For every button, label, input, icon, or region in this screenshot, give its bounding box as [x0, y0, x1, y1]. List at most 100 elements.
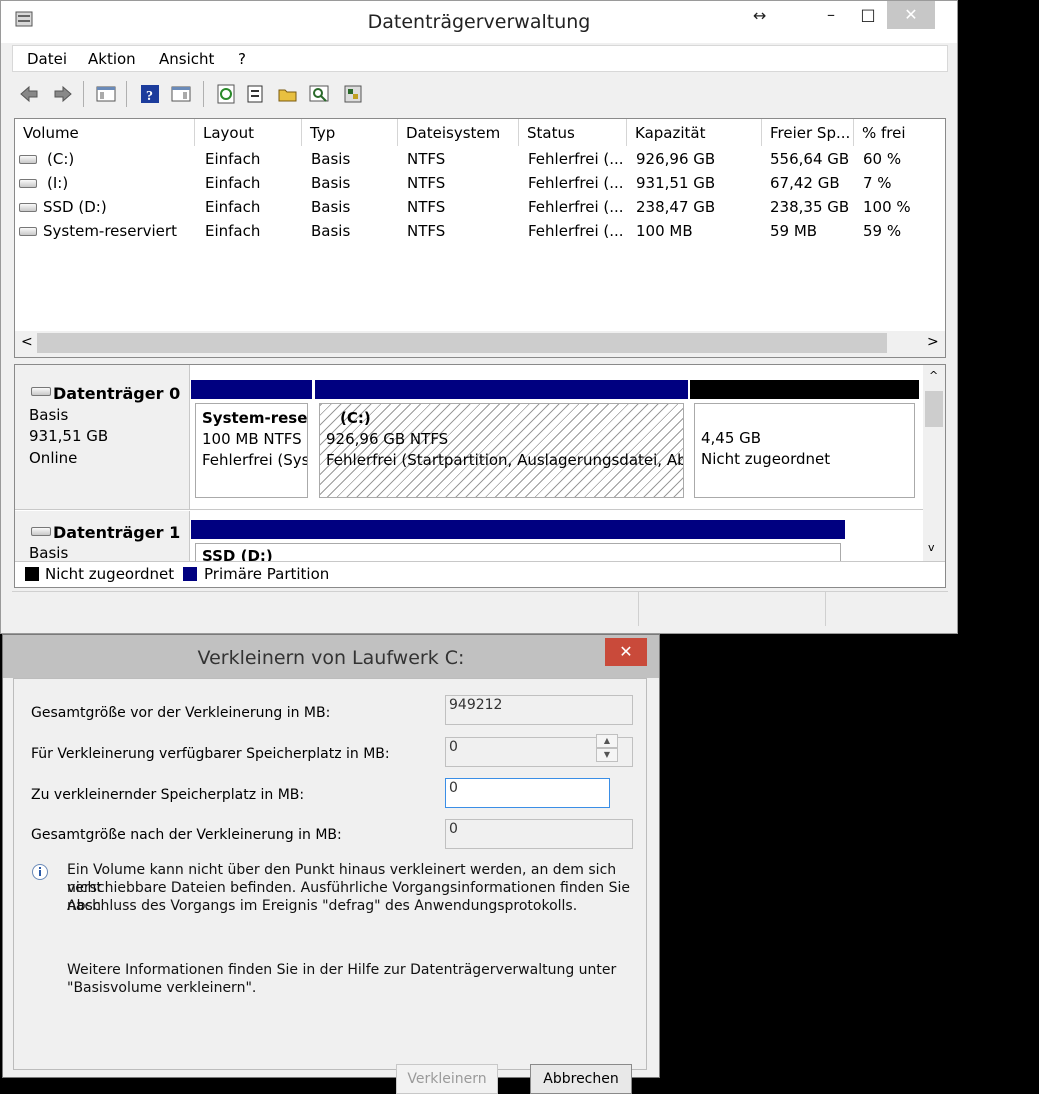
- cell-status: Fehlerfrei (...: [528, 174, 624, 192]
- disk-icon: [31, 387, 51, 396]
- refresh-icon[interactable]: [215, 83, 237, 105]
- dialog-title-bar[interactable]: Verkleinern von Laufwerk C: ✕: [3, 635, 659, 678]
- table-row[interactable]: (C:) Einfach Basis NTFS Fehlerfrei (... …: [15, 147, 945, 171]
- forward-icon[interactable]: [52, 83, 74, 105]
- status-bar: [12, 591, 948, 626]
- partition-status: Fehlerfrei (Sys: [202, 451, 308, 469]
- horizontal-scrollbar[interactable]: < >: [15, 331, 945, 357]
- cell-fs: NTFS: [407, 198, 446, 216]
- title-bar[interactable]: Datenträgerverwaltung ↔ – □ ✕: [1, 1, 957, 43]
- cell-fs: NTFS: [407, 222, 446, 240]
- toolbar: ?: [12, 75, 948, 115]
- settings-icon[interactable]: [342, 83, 364, 105]
- cell-volume: System-reserviert: [43, 222, 177, 240]
- help-text-line: Weitere Informationen finden Sie in der …: [67, 962, 617, 978]
- show-hide-action-pane-icon[interactable]: [170, 83, 192, 105]
- cell-typ: Basis: [311, 198, 351, 216]
- menu-ansicht[interactable]: Ansicht: [159, 50, 214, 68]
- cell-status: Fehlerfrei (...: [528, 198, 624, 216]
- table-row[interactable]: SSD (D:) Einfach Basis NTFS Fehlerfrei (…: [15, 195, 945, 219]
- dialog-body: Gesamtgröße vor der Verkleinerung in MB:…: [13, 678, 647, 1094]
- column-header-typ[interactable]: Typ: [302, 119, 398, 146]
- available-shrink-space-label: Für Verkleinerung verfügbarer Speicherpl…: [31, 746, 390, 762]
- spin-down-icon[interactable]: ▼: [596, 748, 618, 762]
- info-icon: [32, 864, 48, 880]
- cell-free: 556,64 GB: [770, 150, 850, 168]
- disk-0-label[interactable]: Datenträger 0 Basis 931,51 GB Online: [15, 365, 190, 509]
- rescan-disks-icon[interactable]: [308, 83, 330, 105]
- cell-layout: Einfach: [205, 198, 261, 216]
- cell-typ: Basis: [311, 150, 351, 168]
- disk-map: Datenträger 0 Basis 931,51 GB Online Sys…: [14, 364, 946, 588]
- svg-text:?: ?: [146, 89, 153, 104]
- cell-pct: 100 %: [863, 198, 911, 216]
- table-row[interactable]: (I:) Einfach Basis NTFS Fehlerfrei (... …: [15, 171, 945, 195]
- cell-status: Fehlerfrei (...: [528, 222, 624, 240]
- properties-icon[interactable]: [245, 83, 267, 105]
- total-size-after-label: Gesamtgröße nach der Verkleinerung in MB…: [31, 827, 342, 843]
- table-row[interactable]: System-reserviert Einfach Basis NTFS Feh…: [15, 219, 945, 243]
- show-hide-console-tree-icon[interactable]: [95, 83, 117, 105]
- disk-1-label[interactable]: Datenträger 1 Basis: [15, 511, 190, 563]
- column-header-volume[interactable]: Volume: [15, 119, 195, 146]
- disk-type: Basis: [29, 544, 69, 562]
- toolbar-separator: [126, 81, 127, 107]
- column-header-layout[interactable]: Layout: [195, 119, 302, 146]
- legend-swatch-unallocated: [25, 567, 39, 581]
- cell-volume: (C:): [47, 150, 75, 168]
- cell-capacity: 100 MB: [636, 222, 693, 240]
- partition-c[interactable]: (C:) 926,96 GB NTFS Fehlerfrei (Startpar…: [315, 380, 688, 502]
- scroll-down-icon[interactable]: v: [928, 541, 935, 554]
- disk-state: Online: [29, 449, 78, 467]
- vertical-scrollbar[interactable]: ^ v: [923, 365, 945, 561]
- partition-color-bar: [191, 380, 312, 399]
- status-separator: [638, 592, 639, 626]
- scroll-left-icon[interactable]: <: [21, 334, 33, 350]
- drive-icon: [19, 203, 37, 212]
- dialog-title: Verkleinern von Laufwerk C:: [197, 647, 465, 669]
- total-size-before-label: Gesamtgröße vor der Verkleinerung in MB:: [31, 705, 331, 721]
- menu-datei[interactable]: Datei: [27, 50, 67, 68]
- total-size-after-field: 0: [445, 819, 633, 849]
- back-icon[interactable]: [18, 83, 40, 105]
- shrink-amount-input[interactable]: 0: [445, 778, 610, 808]
- column-header-prozent-frei[interactable]: % frei: [854, 119, 945, 146]
- open-icon[interactable]: [277, 83, 299, 105]
- column-header-dateisystem[interactable]: Dateisystem: [398, 119, 519, 146]
- toolbar-separator: [203, 81, 204, 107]
- disk-name: Datenträger 0: [53, 384, 181, 403]
- shrink-button[interactable]: Verkleinern: [396, 1064, 498, 1094]
- maximize-button[interactable]: □: [856, 1, 880, 29]
- column-header-status[interactable]: Status: [519, 119, 627, 146]
- disk-icon: [31, 527, 51, 536]
- partition-status: Fehlerfrei (Startpartition, Auslagerungs…: [326, 451, 684, 469]
- disk-management-window: Datenträgerverwaltung ↔ – □ ✕ Datei Akti…: [0, 0, 958, 634]
- close-button[interactable]: ✕: [887, 1, 935, 29]
- menu-help[interactable]: ?: [238, 50, 246, 68]
- partition-system-reserved[interactable]: System-reser 100 MB NTFS Fehlerfrei (Sys: [191, 380, 312, 502]
- cell-layout: Einfach: [205, 174, 261, 192]
- scrollbar-thumb[interactable]: [925, 391, 943, 427]
- scroll-up-icon[interactable]: ^: [929, 369, 938, 382]
- help-icon[interactable]: ?: [139, 83, 161, 105]
- cell-capacity: 926,96 GB: [636, 150, 716, 168]
- partition-title: (C:): [340, 409, 371, 427]
- partition-status: Nicht zugeordnet: [701, 450, 831, 468]
- cell-pct: 60 %: [863, 150, 902, 168]
- column-header-freier-speicher[interactable]: Freier Sp...: [762, 119, 854, 146]
- minimize-button[interactable]: –: [819, 1, 843, 29]
- column-header-kapazitaet[interactable]: Kapazität: [627, 119, 762, 146]
- resize-icon: ↔: [753, 6, 767, 25]
- menu-aktion[interactable]: Aktion: [88, 50, 136, 68]
- cell-typ: Basis: [311, 222, 351, 240]
- cell-capacity: 238,47 GB: [636, 198, 716, 216]
- partition-unallocated[interactable]: 4,45 GB Nicht zugeordnet: [690, 380, 919, 502]
- cancel-button[interactable]: Abbrechen: [530, 1064, 632, 1094]
- scrollbar-thumb[interactable]: [37, 333, 887, 353]
- dialog-close-button[interactable]: ✕: [605, 638, 647, 666]
- cell-capacity: 931,51 GB: [636, 174, 716, 192]
- legend-label: Primäre Partition: [204, 565, 330, 583]
- scroll-right-icon[interactable]: >: [927, 334, 939, 350]
- disk-separator: [15, 509, 923, 510]
- spin-up-icon[interactable]: ▲: [596, 734, 618, 748]
